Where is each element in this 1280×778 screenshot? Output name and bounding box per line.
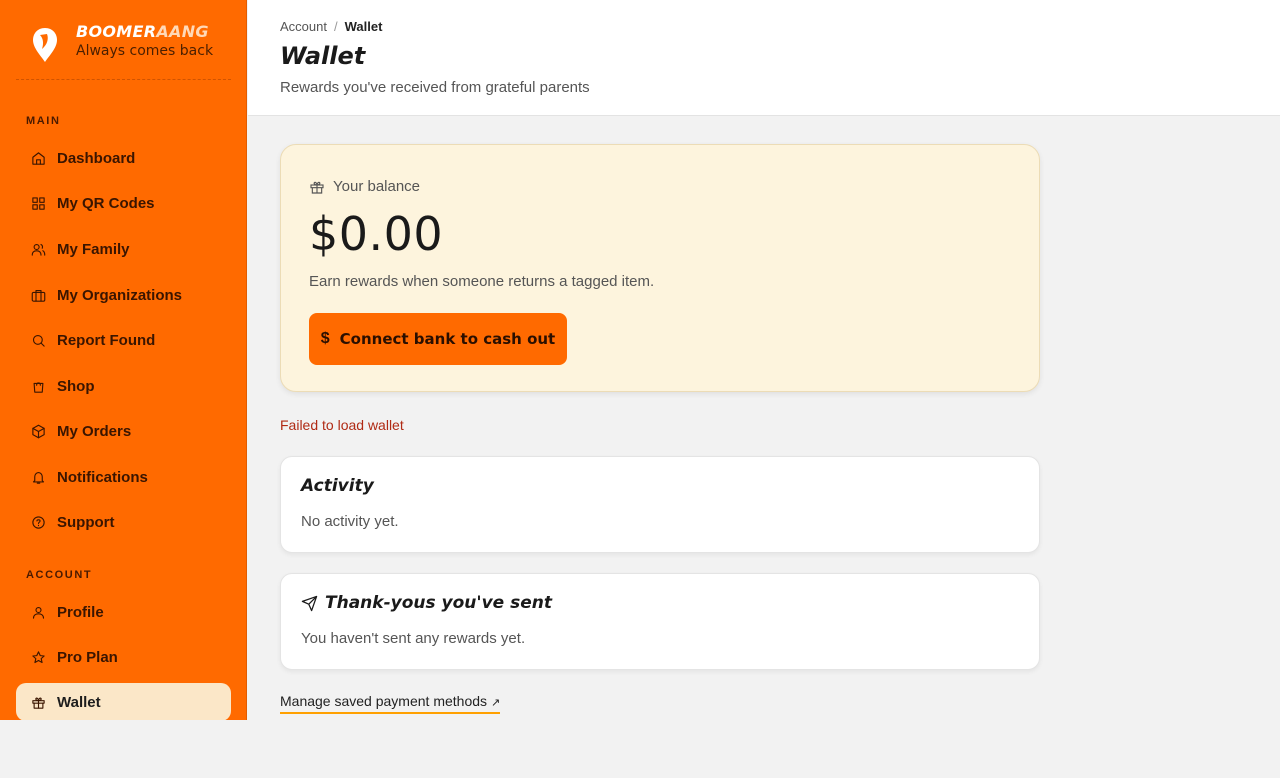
sidebar-item-pro-plan[interactable]: Pro Plan: [16, 638, 231, 676]
send-icon: [301, 595, 318, 611]
page-title: Wallet: [280, 42, 366, 70]
sidebar-item-notifications[interactable]: Notifications: [16, 458, 231, 496]
thank-yous-title-text: Thank-yous you've sent: [325, 593, 553, 613]
brand-name: BOOMERAANG: [76, 22, 209, 41]
thank-yous-title: Thank-yous you've sent: [301, 593, 552, 613]
sidebar-item-label: My Family: [57, 240, 130, 258]
error-message: Failed to load wallet: [280, 417, 404, 433]
section-label-account: ACCOUNT: [26, 569, 93, 581]
connect-bank-button[interactable]: $ Connect bank to cash out: [309, 313, 567, 365]
sidebar-item-label: Dashboard: [57, 149, 136, 167]
sidebar-item-wallet[interactable]: Wallet: [16, 683, 231, 720]
users-icon: [30, 241, 46, 257]
sidebar-item-label: Notifications: [57, 468, 148, 486]
sidebar-item-report-found[interactable]: Report Found: [16, 321, 231, 359]
activity-title: Activity: [301, 476, 374, 496]
manage-payment-methods-label: Manage saved payment methods: [280, 693, 488, 709]
sidebar-item-profile[interactable]: Profile: [16, 593, 231, 631]
sidebar-item-my-family[interactable]: My Family: [16, 230, 231, 268]
grid-icon: [30, 195, 46, 211]
external-link-icon: ↗: [491, 697, 501, 709]
sidebar-item-my-orders[interactable]: My Orders: [16, 412, 231, 450]
balance-amount: $0.00: [309, 207, 444, 261]
manage-payment-methods-link[interactable]: Manage saved payment methods ↗: [280, 693, 501, 714]
sidebar-item-label: My QR Codes: [57, 194, 155, 212]
thank-yous-card: Thank-yous you've sent You haven't sent …: [280, 573, 1040, 670]
activity-card: Activity No activity yet.: [280, 456, 1040, 553]
sidebar-item-my-organizations[interactable]: My Organizations: [16, 276, 231, 314]
balance-note: Earn rewards when someone returns a tagg…: [309, 273, 655, 290]
sidebar-item-shop[interactable]: Shop: [16, 367, 231, 405]
brand[interactable]: BOOMERAANG Always comes back: [16, 22, 231, 80]
balance-label-text: Your balance: [333, 178, 421, 195]
sidebar-item-support[interactable]: Support: [16, 503, 231, 541]
user-icon: [30, 604, 46, 620]
connect-bank-button-label: Connect bank to cash out: [339, 330, 556, 348]
sidebar-item-dashboard[interactable]: Dashboard: [16, 139, 231, 177]
help-circle-icon: [30, 514, 46, 530]
balance-label: Your balance: [309, 178, 420, 195]
balance-card: Your balance $0.00 Earn rewards when som…: [280, 144, 1040, 392]
page-subtitle: Rewards you've received from grateful pa…: [280, 79, 590, 96]
sidebar-item-my-qr-codes[interactable]: My QR Codes: [16, 184, 231, 222]
sidebar-item-label: Report Found: [57, 331, 156, 349]
briefcase-icon: [30, 287, 46, 303]
page-header: Account / Wallet Wallet Rewards you've r…: [248, 0, 1280, 116]
activity-empty-text: No activity yet.: [301, 513, 399, 530]
gift-icon: [310, 181, 324, 194]
shopping-bag-icon: [30, 378, 46, 394]
home-icon: [30, 150, 46, 166]
sidebar-item-label: Support: [57, 513, 115, 531]
breadcrumb-separator: /: [333, 19, 338, 34]
dollar-icon: $: [320, 330, 330, 347]
bell-icon: [30, 469, 46, 485]
package-icon: [30, 423, 46, 439]
star-icon: [30, 649, 46, 665]
section-label-main: MAIN: [26, 115, 61, 127]
boomerang-logo-icon: [33, 28, 57, 62]
breadcrumb-account[interactable]: Account: [280, 19, 327, 34]
sidebar-item-label: Wallet: [57, 693, 101, 711]
brand-tagline: Always comes back: [76, 43, 214, 59]
thank-yous-empty-text: You haven't sent any rewards yet.: [301, 630, 526, 647]
gift-icon: [30, 694, 46, 710]
sidebar-item-label: My Orders: [57, 422, 132, 440]
sidebar-item-label: My Organizations: [57, 286, 183, 304]
sidebar-item-label: Profile: [57, 603, 104, 621]
sidebar-item-label: Pro Plan: [57, 648, 118, 666]
breadcrumb-current: Wallet: [344, 19, 383, 34]
sidebar-item-label: Shop: [57, 377, 95, 395]
breadcrumb: Account / Wallet: [280, 19, 382, 34]
brand-text: BOOMERAANG Always comes back: [76, 22, 213, 60]
search-icon: [30, 332, 46, 348]
sidebar: BOOMERAANG Always comes back MAIN Dashbo…: [0, 0, 247, 720]
